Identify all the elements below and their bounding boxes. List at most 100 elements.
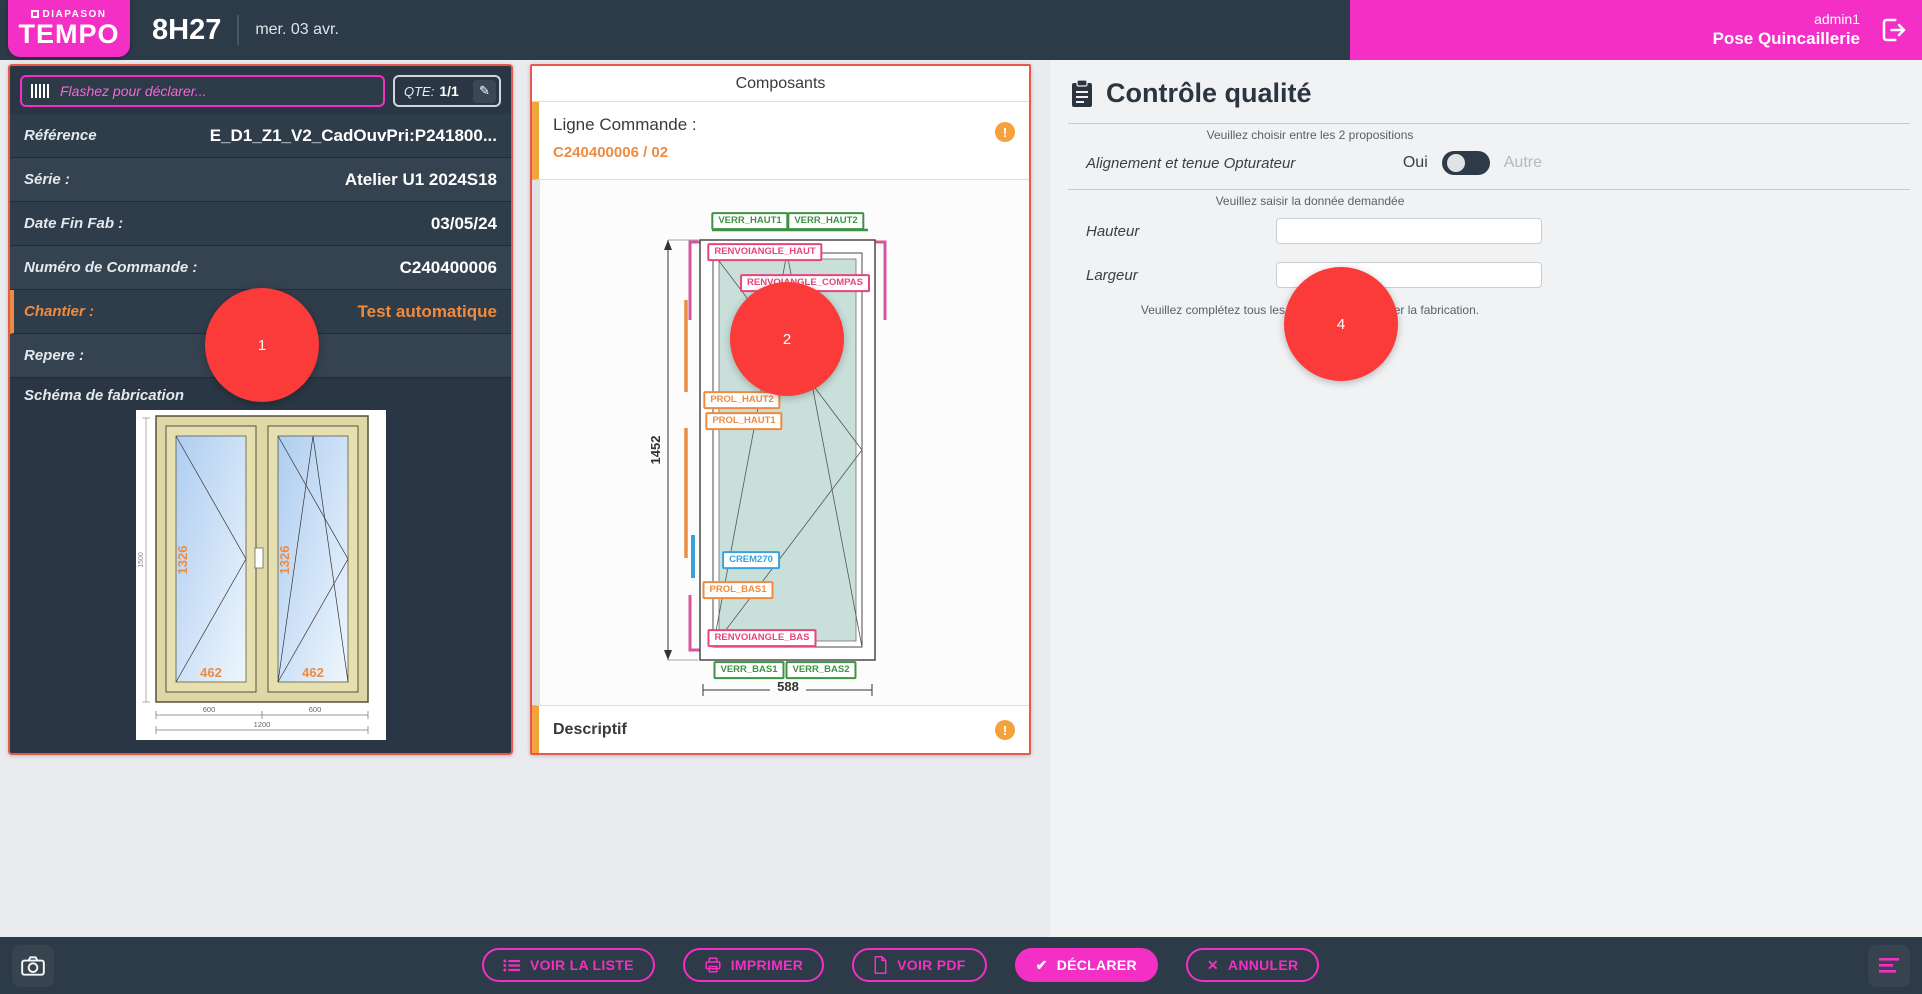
page-title: Contrôle qualité [1106,78,1312,109]
choose-hint: Veuillez choisir entre les 2 proposition… [1050,128,1570,142]
dim-height-1452: 1452 [648,436,663,465]
button-label: VOIR PDF [897,957,966,973]
dim-total-width: 1200 [253,720,270,729]
button-label: IMPRIMER [731,957,803,973]
info-row-serie: Série : Atelier U1 2024S18 [10,158,511,202]
declaration-panel: QTE: 1/1 ✎ Référence E_D1_Z1_V2_CadOuvPr… [8,64,513,755]
info-label: Schéma de fabrication [24,387,184,404]
scan-input[interactable] [60,83,374,99]
component-label: VERR_HAUT1 [711,212,788,230]
barcode-icon [31,84,51,98]
question-row-opturateur: Alignement et tenue Opturateur Oui Autre [1050,146,1570,180]
top-bar: DIAPASON TEMPO 8H27 mer. 03 avr. admin1 … [0,0,1922,60]
header-divider [237,15,239,45]
quantity-value: 1/1 [439,83,468,99]
info-value: 03/05/24 [431,214,497,234]
pencil-icon: ✎ [479,83,490,99]
dim-glass-width-right: 462 [302,665,324,680]
info-value: E_D1_Z1_V2_CadOuvPri:P241800... [210,126,497,146]
warning-icon: ! [995,720,1015,740]
dim-glass-height-right: 1326 [277,546,292,575]
logo-grid-icon [31,10,39,18]
clock-date: mer. 03 avr. [255,21,339,39]
app-logo: DIAPASON TEMPO [8,0,130,57]
button-label: ANNULER [1228,957,1299,973]
info-label: Chantier : [24,303,94,320]
scan-row: QTE: 1/1 ✎ [20,75,501,107]
logout-icon [1879,15,1909,45]
option-oui-label: Oui [1403,154,1428,172]
scan-input-wrap [20,75,385,107]
annuler-button[interactable]: ✕ ANNULER [1186,948,1320,982]
info-label: Référence [24,127,97,144]
composants-header: Composants [532,66,1029,102]
hauteur-input[interactable] [1276,218,1542,244]
component-label: PROL_HAUT1 [705,412,782,430]
clock-time: 8H27 [152,14,221,47]
ligne-commande-label: Ligne Commande : [553,115,985,135]
imprimer-button[interactable]: IMPRIMER [683,948,824,982]
toggle-knob [1447,154,1465,172]
voir-la-liste-button[interactable]: VOIR LA LISTE [482,948,655,982]
divider [1068,189,1910,190]
component-label: CREM270 [722,551,780,569]
component-label: RENVOIANGLE_HAUT [707,243,822,261]
info-value: Test automatique [358,302,497,322]
toggle-group: Oui Autre [1403,151,1542,175]
fabrication-schema: 1500 1326 1326 462 462 600 600 [136,410,386,740]
component-label: VERR_BAS1 [713,661,784,679]
dim-glass-height-left: 1326 [175,546,190,575]
component-label: RENVOIANGLE_BAS [707,629,816,647]
user-name: admin1 [1814,11,1860,27]
quality-title-row: Contrôle qualité [1070,78,1312,109]
descriptif-label: Descriptif [553,721,627,739]
camera-button[interactable] [12,945,54,987]
quality-control-panel: Contrôle qualité Veuillez choisir entre … [1050,60,1922,937]
annotation-circle-1: 1 [205,288,319,402]
field-row-hauteur: Hauteur [1050,214,1570,248]
question-label: Alignement et tenue Opturateur [1086,155,1295,172]
quantity-box: QTE: 1/1 ✎ [393,75,501,107]
close-icon: ✕ [1207,957,1219,974]
option-autre-label: Autre [1504,154,1542,172]
button-label: VOIR LA LISTE [530,957,634,973]
largeur-label: Largeur [1086,267,1138,284]
voir-pdf-button[interactable]: VOIR PDF [852,948,987,982]
info-value: C240400006 [400,258,497,278]
dim-glass-width-left: 462 [200,665,222,680]
component-drawing-area: 1452 588 VERR_HAUT1 VERR_HAUT2 RENVOIANG… [532,180,1029,705]
divider [1068,123,1910,124]
details-button[interactable] [1868,945,1910,987]
edit-quantity-button[interactable]: ✎ [473,80,496,103]
component-label: PROL_HAUT2 [703,391,780,409]
descriptif-section[interactable]: Descriptif ! [532,705,1029,753]
hauteur-label: Hauteur [1086,223,1139,240]
button-label: DÉCLARER [1057,957,1137,973]
info-row-numero-commande: Numéro de Commande : C240400006 [10,246,511,290]
info-value: Atelier U1 2024S18 [345,170,497,190]
check-icon: ✔ [1036,957,1048,974]
ligne-commande-value: C240400006 / 02 [553,144,985,161]
dim-width-588: 588 [777,679,799,694]
bottom-bar: VOIR LA LISTE IMPRIMER VOIR PDF ✔ DÉCLAR… [0,937,1922,994]
info-label: Date Fin Fab : [24,215,123,232]
info-label: Repere : [24,347,84,364]
file-icon [873,956,888,974]
logo-line2: TEMPO [18,20,119,48]
declarer-button[interactable]: ✔ DÉCLARER [1015,948,1158,982]
quantity-label: QTE: [404,84,434,99]
info-label: Série : [24,171,70,188]
workstation-name: Pose Quincaillerie [1713,29,1860,49]
list-icon [503,958,521,973]
component-drawing-stage: 1452 588 VERR_HAUT1 VERR_HAUT2 RENVOIANG… [540,180,1029,705]
ligne-commande-section[interactable]: Ligne Commande : C240400006 / 02 ! [532,102,1029,180]
annotation-circle-2: 2 [730,282,844,396]
camera-icon [20,953,46,979]
opturateur-toggle[interactable] [1442,151,1490,175]
warning-icon: ! [995,122,1015,142]
component-label: PROL_BAS1 [702,581,773,599]
composants-panel: Composants Ligne Commande : C240400006 /… [530,64,1031,755]
annotation-circle-4: 4 [1284,267,1398,381]
logout-button[interactable] [1878,15,1910,47]
dim-total-height: 1500 [138,552,145,568]
